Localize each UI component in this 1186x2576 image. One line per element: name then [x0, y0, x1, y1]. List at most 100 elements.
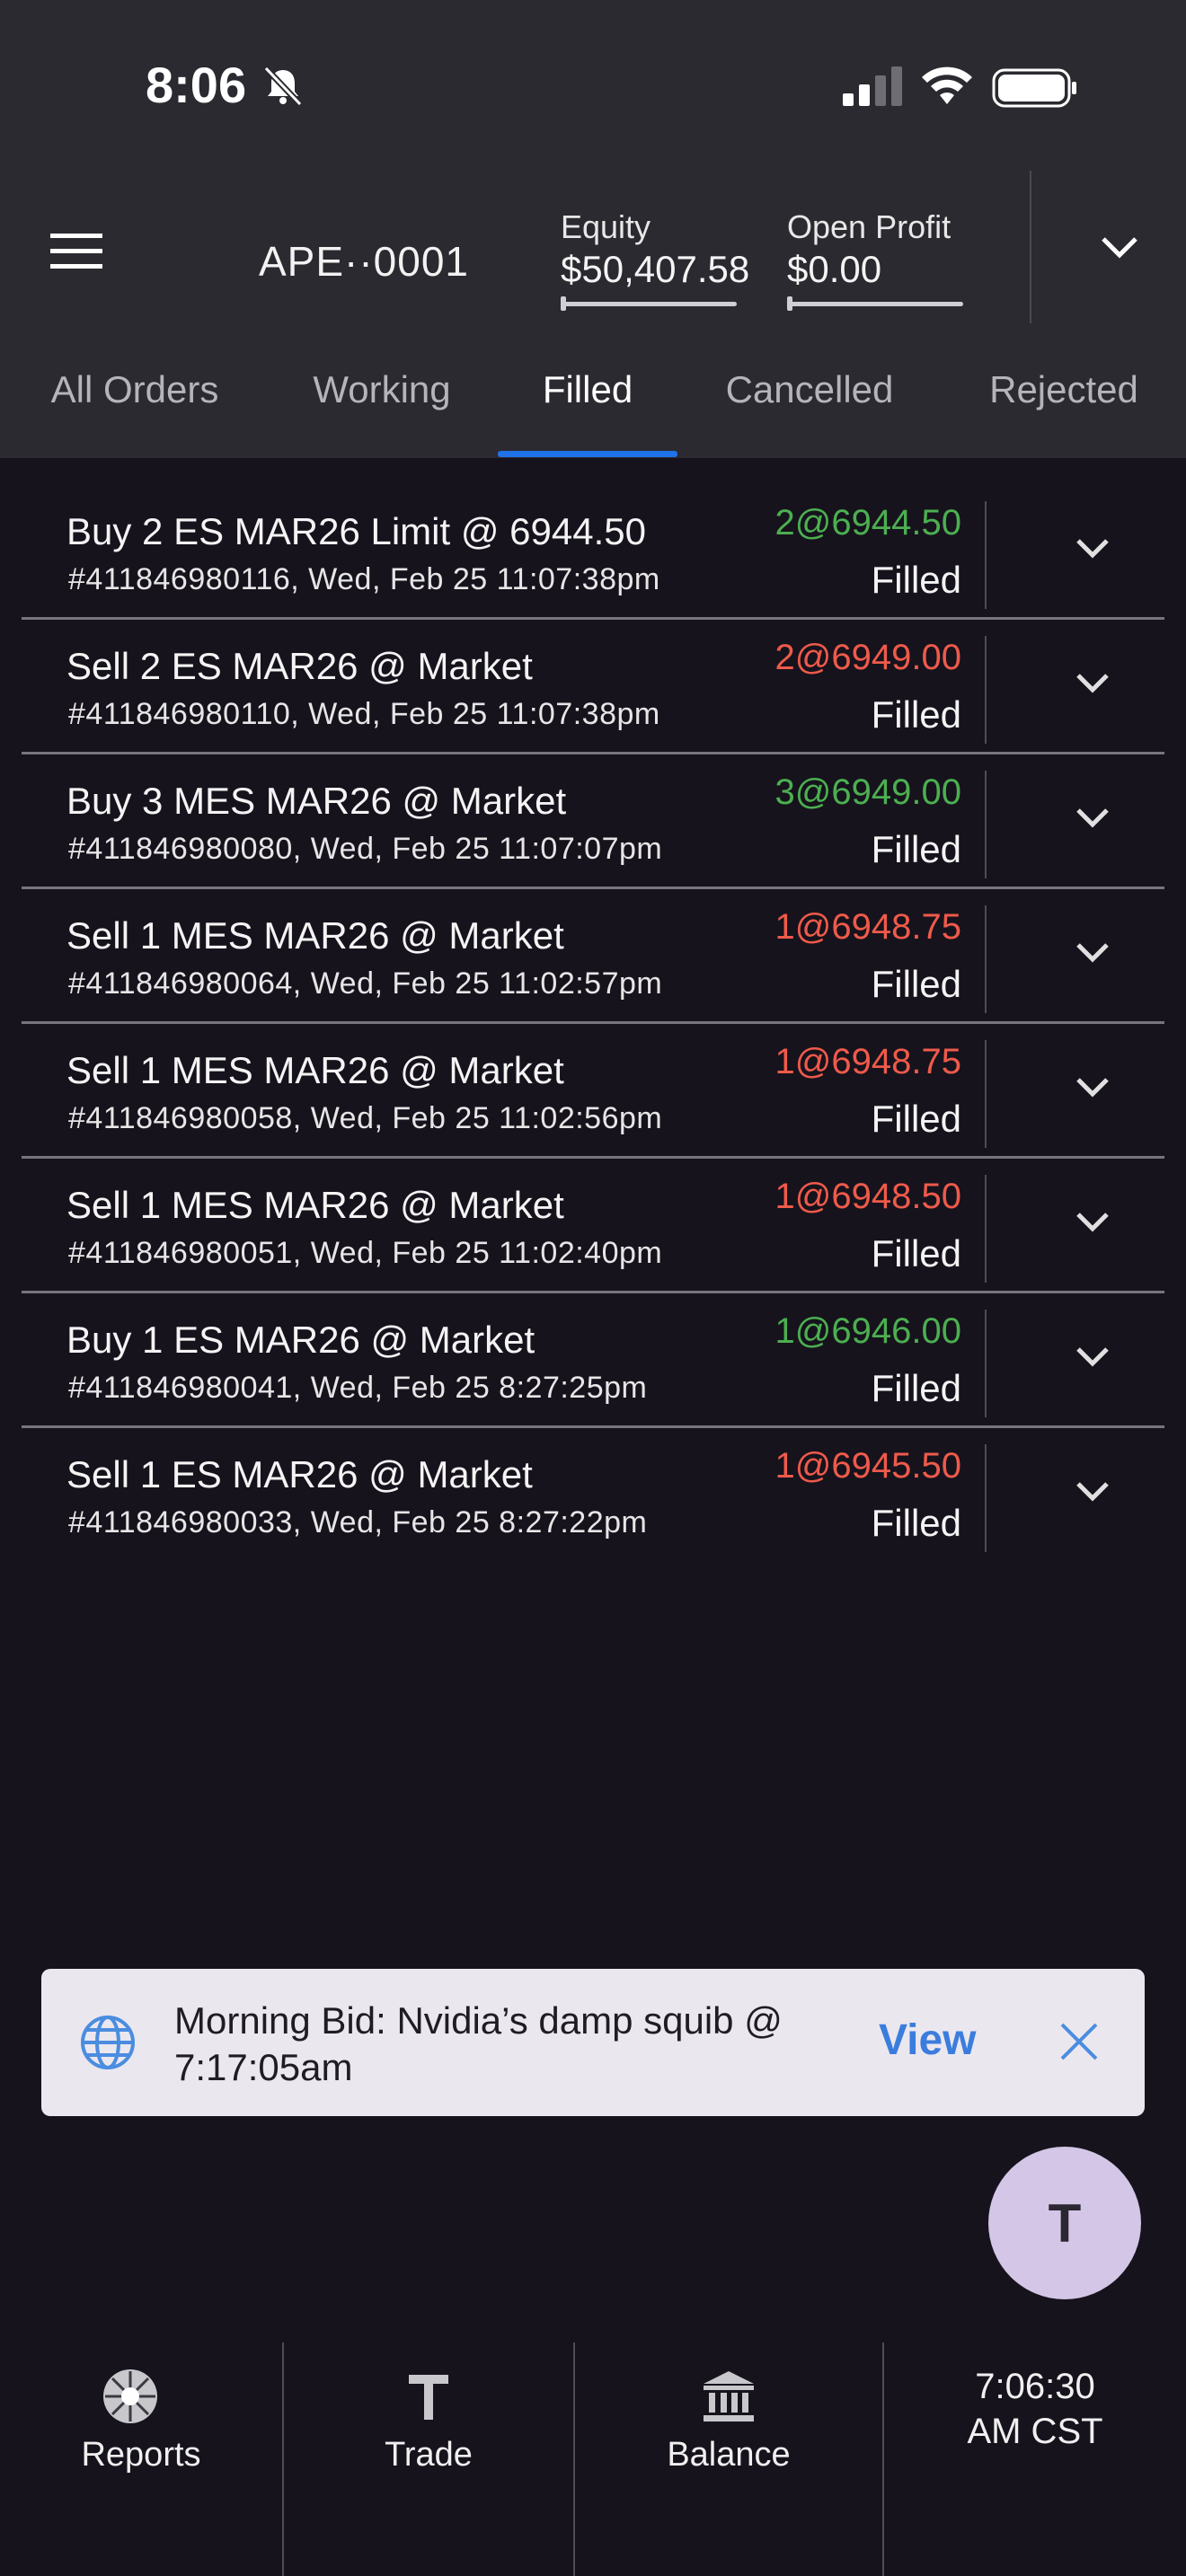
status-bar: 8:06	[0, 0, 1186, 171]
order-title: Sell 1 ES MAR26 @ Market	[66, 1453, 533, 1495]
order-details: #411846980110, Wed, Feb 25 11:07:38pm	[68, 697, 660, 731]
tab-rejected[interactable]: Rejected	[974, 350, 1154, 458]
hamburger-menu-icon[interactable]	[49, 230, 104, 273]
order-row[interactable]: Sell 1 MES MAR26 @ Market #411846980064,…	[22, 889, 1164, 1024]
order-title: Sell 1 MES MAR26 @ Market	[66, 1184, 564, 1226]
order-title: Buy 2 ES MAR26 Limit @ 6944.50	[66, 510, 646, 552]
status-time: 8:06	[146, 57, 247, 113]
chevron-down-icon[interactable]	[1073, 1072, 1112, 1105]
chevron-down-icon[interactable]	[1073, 668, 1112, 701]
equity-metric: Equity $50,407.58	[561, 208, 750, 311]
nav-balance[interactable]: Balance	[575, 2342, 882, 2576]
order-tabs: All Orders Working Filled Cancelled Reje…	[0, 350, 1186, 458]
chevron-down-icon[interactable]	[1073, 1477, 1112, 1509]
nav-reports-label: Reports	[81, 2436, 201, 2474]
bottom-nav: Reports Trade Balance 7:06:30 AM CST	[0, 2342, 1186, 2576]
order-details: #411846980080, Wed, Feb 25 11:07:07pm	[68, 832, 663, 866]
chevron-down-icon[interactable]	[1073, 938, 1112, 970]
order-row[interactable]: Buy 2 ES MAR26 Limit @ 6944.50 #41184698…	[22, 485, 1164, 620]
order-details: #411846980064, Wed, Feb 25 11:02:57pm	[68, 966, 663, 1001]
order-row[interactable]: Sell 1 MES MAR26 @ Market #411846980058,…	[22, 1024, 1164, 1159]
chevron-down-icon[interactable]	[1073, 1207, 1112, 1239]
order-status: Filled	[871, 1098, 961, 1140]
chevron-down-icon[interactable]	[1073, 803, 1112, 835]
order-title: Sell 1 MES MAR26 @ Market	[66, 1049, 564, 1091]
cellular-signal-icon	[843, 66, 902, 106]
order-title: Sell 2 ES MAR26 @ Market	[66, 645, 533, 687]
battery-icon	[992, 68, 1076, 108]
order-row[interactable]: Sell 1 ES MAR26 @ Market #411846980033, …	[22, 1428, 1164, 1563]
clock-timezone: AM CST	[967, 2412, 1103, 2451]
header-divider	[1030, 171, 1031, 323]
tab-filled[interactable]: Filled	[507, 350, 668, 458]
globe-icon	[81, 2016, 135, 2069]
account-id[interactable]: APE··0001	[259, 237, 469, 286]
order-title: Buy 1 ES MAR26 @ Market	[66, 1319, 535, 1361]
row-divider	[985, 636, 987, 744]
view-link[interactable]: View	[879, 2016, 977, 2065]
bank-icon	[704, 2371, 754, 2422]
row-divider	[985, 1444, 987, 1552]
order-status: Filled	[871, 963, 961, 1005]
market-clock: 7:06:30 AM CST	[884, 2364, 1186, 2454]
order-details: #411846980041, Wed, Feb 25 8:27:25pm	[68, 1371, 648, 1405]
order-status: Filled	[871, 559, 961, 601]
trade-icon	[409, 2375, 448, 2420]
row-divider	[985, 501, 987, 609]
nav-balance-label: Balance	[667, 2436, 791, 2474]
order-title: Sell 1 MES MAR26 @ Market	[66, 914, 564, 957]
order-fill: 2@6944.50	[774, 503, 961, 543]
chevron-down-icon[interactable]	[1073, 534, 1112, 566]
order-status: Filled	[871, 1367, 961, 1409]
bell-slash-icon	[263, 66, 303, 107]
reports-icon	[103, 2369, 157, 2423]
order-title: Buy 3 MES MAR26 @ Market	[66, 780, 567, 822]
order-details: #411846980033, Wed, Feb 25 8:27:22pm	[68, 1505, 648, 1539]
tab-cancelled[interactable]: Cancelled	[715, 350, 904, 458]
order-status: Filled	[871, 828, 961, 870]
order-status: Filled	[871, 1232, 961, 1275]
order-fill: 1@6948.75	[774, 1042, 961, 1081]
tab-working[interactable]: Working	[296, 350, 467, 458]
order-details: #411846980058, Wed, Feb 25 11:02:56pm	[68, 1101, 663, 1135]
equity-label: Equity	[561, 208, 651, 245]
active-tab-indicator	[498, 451, 677, 457]
row-divider	[985, 1175, 987, 1283]
open-profit-metric: Open Profit $0.00	[787, 208, 963, 311]
clock-time: 7:06:30	[975, 2367, 1095, 2406]
chevron-down-icon[interactable]	[1073, 1342, 1112, 1374]
close-icon[interactable]	[1057, 2019, 1102, 2064]
row-divider	[985, 1040, 987, 1148]
chevron-down-icon[interactable]	[1098, 230, 1141, 266]
order-fill: 1@6948.75	[774, 907, 961, 947]
notification-text: Morning Bid: Nvidia’s damp squib @ 7:17:…	[174, 1999, 783, 2088]
order-status: Filled	[871, 693, 961, 736]
open-profit-bar	[787, 296, 963, 311]
open-profit-value: $0.00	[787, 248, 882, 290]
row-divider	[985, 1310, 987, 1417]
open-profit-label: Open Profit	[787, 208, 951, 245]
equity-bar	[561, 296, 737, 311]
order-details: #411846980051, Wed, Feb 25 11:02:40pm	[68, 1236, 663, 1270]
wifi-icon	[922, 66, 972, 104]
row-divider	[985, 905, 987, 1013]
news-notification[interactable]: Morning Bid: Nvidia’s damp squib @ 7:17:…	[41, 1969, 1145, 2116]
order-fill: 1@6945.50	[774, 1446, 961, 1486]
nav-reports[interactable]: Reports	[0, 2342, 282, 2576]
orders-list: Buy 2 ES MAR26 Limit @ 6944.50 #41184698…	[22, 485, 1164, 1563]
row-divider	[985, 771, 987, 878]
order-fill: 3@6949.00	[774, 772, 961, 812]
order-status: Filled	[871, 1502, 961, 1544]
order-row[interactable]: Sell 2 ES MAR26 @ Market #411846980110, …	[22, 620, 1164, 754]
order-details: #411846980116, Wed, Feb 25 11:07:38pm	[68, 562, 660, 596]
order-row[interactable]: Sell 1 MES MAR26 @ Market #411846980051,…	[22, 1159, 1164, 1293]
order-fill: 1@6946.00	[774, 1311, 961, 1351]
trade-fab-button[interactable]: T	[988, 2147, 1141, 2299]
order-row[interactable]: Buy 1 ES MAR26 @ Market #411846980041, W…	[22, 1293, 1164, 1428]
order-fill: 2@6949.00	[774, 638, 961, 677]
equity-value: $50,407.58	[561, 248, 750, 290]
nav-trade[interactable]: Trade	[284, 2342, 573, 2576]
nav-trade-label: Trade	[385, 2436, 473, 2474]
tab-all-orders[interactable]: All Orders	[36, 350, 234, 458]
order-row[interactable]: Buy 3 MES MAR26 @ Market #411846980080, …	[22, 754, 1164, 889]
